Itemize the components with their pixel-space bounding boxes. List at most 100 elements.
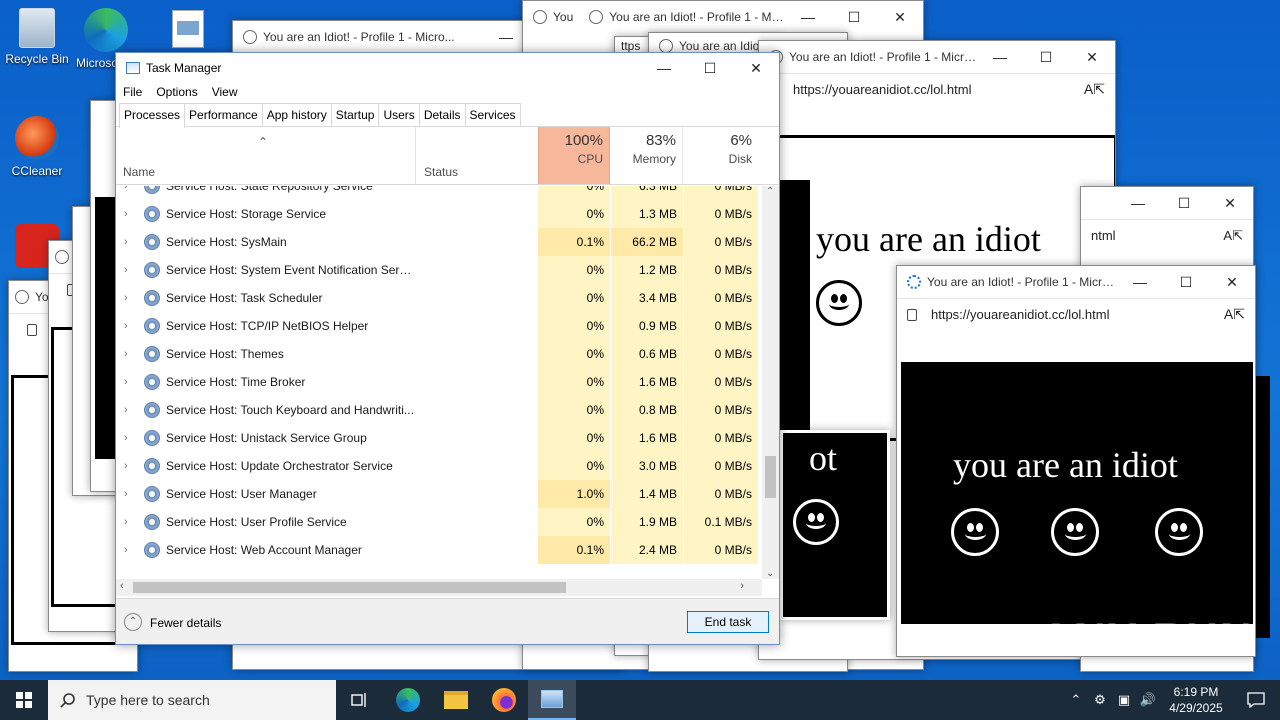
tab-details[interactable]: Details bbox=[418, 103, 466, 126]
close-button[interactable]: ✕ bbox=[733, 52, 779, 84]
taskbar-edge[interactable] bbox=[384, 680, 432, 720]
expand-chevron-icon[interactable]: › bbox=[124, 264, 128, 276]
vertical-scrollbar[interactable]: ⌃ ⌄ bbox=[762, 186, 779, 579]
process-name: Service Host: Update Orchestrator Servic… bbox=[166, 459, 393, 473]
scroll-down-icon[interactable]: ⌄ bbox=[766, 568, 774, 579]
process-disk: 0 MB/s bbox=[684, 312, 758, 340]
task-manager-window[interactable]: Task Manager — ☐ ✕ File Options View Proce… bbox=[115, 52, 780, 645]
tray-chevron-icon[interactable]: ⌃ bbox=[1064, 692, 1088, 708]
maximize-button[interactable]: ☐ bbox=[687, 52, 733, 84]
address-bar[interactable]: https://youareanidiot.cc/lol.html bbox=[931, 307, 1224, 322]
menu-view[interactable]: View bbox=[212, 85, 238, 101]
expand-chevron-icon[interactable]: › bbox=[124, 460, 128, 472]
expand-chevron-icon[interactable]: › bbox=[124, 186, 128, 192]
edge-icon bbox=[84, 8, 128, 52]
menu-file[interactable]: File bbox=[123, 85, 142, 101]
task-view-button[interactable] bbox=[336, 680, 384, 720]
scroll-right-icon[interactable]: › bbox=[740, 580, 744, 592]
process-cpu: 0% bbox=[538, 508, 610, 536]
tab-services[interactable]: Services bbox=[464, 103, 521, 126]
scroll-thumb[interactable] bbox=[765, 456, 776, 498]
process-row[interactable]: › Service Host: System Event Notification… bbox=[116, 256, 758, 284]
network-icon[interactable]: ▣ bbox=[1112, 692, 1136, 708]
minimize-button[interactable]: — bbox=[1117, 266, 1163, 298]
minimize-button[interactable]: — bbox=[785, 1, 831, 33]
column-disk[interactable]: 6% Disk bbox=[684, 127, 758, 184]
expand-chevron-icon[interactable]: › bbox=[124, 320, 128, 332]
tray-app-icon[interactable]: ⚙ bbox=[1088, 692, 1112, 708]
process-row[interactable]: › Service Host: State Repository Service 0… bbox=[116, 186, 758, 200]
process-memory: 66.2 MB bbox=[611, 228, 683, 256]
taskbar-firefox[interactable] bbox=[480, 680, 528, 720]
column-name[interactable]: Name bbox=[116, 127, 416, 184]
process-cpu: 0.1% bbox=[538, 536, 610, 564]
read-aloud-icon[interactable]: A⇱ bbox=[1084, 81, 1105, 98]
volume-icon[interactable]: 🔊 bbox=[1136, 692, 1160, 708]
process-row[interactable]: › Service Host: Unistack Service Group 0% 1… bbox=[116, 424, 758, 452]
maximize-button[interactable]: ☐ bbox=[1161, 187, 1207, 219]
browser-window-bg-9[interactable]: ot bbox=[780, 430, 890, 620]
horizontal-scrollbar[interactable]: ‹ › bbox=[116, 579, 762, 596]
notification-button[interactable] bbox=[1232, 680, 1280, 720]
menu-options[interactable]: Options bbox=[156, 85, 197, 101]
tab-startup[interactable]: Startup bbox=[330, 103, 380, 126]
close-button[interactable]: ✕ bbox=[1207, 187, 1253, 219]
close-button[interactable]: ✕ bbox=[1069, 41, 1115, 73]
tab-app-history[interactable]: App history bbox=[261, 103, 332, 126]
expand-chevron-icon[interactable]: › bbox=[124, 376, 128, 388]
process-row[interactable]: › Service Host: Time Broker 0% 1.6 MB 0 MB/s bbox=[116, 368, 758, 396]
fewer-details-link[interactable]: Fewer details bbox=[150, 616, 221, 630]
minimize-button[interactable]: — bbox=[1115, 187, 1161, 219]
file-icon[interactable] bbox=[172, 10, 204, 48]
maximize-button[interactable]: ☐ bbox=[1023, 41, 1069, 73]
address-bar[interactable]: https://youareanidiot.cc/lol.html bbox=[793, 82, 1084, 97]
start-button[interactable] bbox=[0, 680, 48, 720]
process-row[interactable]: › Service Host: User Profile Service 0% 1.9… bbox=[116, 508, 758, 536]
process-row[interactable]: › Service Host: Storage Service 0% 1.3 MB 0 … bbox=[116, 200, 758, 228]
close-button[interactable]: ✕ bbox=[1209, 266, 1255, 298]
tab-performance[interactable]: Performance bbox=[184, 103, 263, 126]
taskbar-task-manager[interactable] bbox=[528, 680, 576, 720]
minimize-button[interactable]: — bbox=[641, 52, 687, 84]
h-scroll-thumb[interactable] bbox=[133, 582, 566, 593]
process-row[interactable]: › Service Host: Task Scheduler 0% 3.4 MB 0 M… bbox=[116, 284, 758, 312]
tab-users[interactable]: Users bbox=[378, 103, 420, 126]
maximize-button[interactable]: ☐ bbox=[1163, 266, 1209, 298]
process-row[interactable]: › Service Host: TCP/IP NetBIOS Helper 0% 0.… bbox=[116, 312, 758, 340]
read-aloud-icon[interactable]: A⇱ bbox=[1224, 306, 1245, 323]
idiot-headline: you are an idiot bbox=[816, 219, 1041, 259]
scroll-left-icon[interactable]: ‹ bbox=[120, 580, 124, 592]
clock[interactable]: 6:19 PM 4/29/2025 bbox=[1160, 684, 1232, 716]
browser-window-front[interactable]: You are an Idiot! - Profile 1 - Micro...… bbox=[896, 265, 1256, 657]
column-status[interactable]: Status bbox=[417, 127, 538, 184]
fewer-details-icon[interactable]: ⌃ bbox=[124, 613, 142, 631]
scroll-up-icon[interactable]: ⌃ bbox=[766, 186, 774, 197]
column-cpu[interactable]: 100% CPU bbox=[538, 127, 610, 184]
expand-chevron-icon[interactable]: › bbox=[124, 488, 128, 500]
expand-chevron-icon[interactable]: › bbox=[124, 236, 128, 248]
process-row[interactable]: › Service Host: User Manager 1.0% 1.4 MB 0 M… bbox=[116, 480, 758, 508]
tab-processes[interactable]: Processes bbox=[119, 103, 186, 128]
minimize-button[interactable]: — bbox=[977, 41, 1023, 73]
process-row[interactable]: › Service Host: Web Account Manager 0.1% 2.… bbox=[116, 536, 758, 564]
desktop-icon-ccleaner[interactable]: CCleaner bbox=[0, 116, 74, 178]
close-button[interactable]: ✕ bbox=[877, 1, 923, 33]
expand-chevron-icon[interactable]: › bbox=[124, 348, 128, 360]
process-row[interactable]: › Service Host: Themes 0% 0.6 MB 0 MB/s bbox=[116, 340, 758, 368]
desktop-icon-recycle-bin[interactable]: Recycle Bin bbox=[0, 8, 74, 66]
expand-chevron-icon[interactable]: › bbox=[124, 544, 128, 556]
end-task-button[interactable]: End task bbox=[687, 611, 769, 633]
read-aloud-icon[interactable]: A⇱ bbox=[1223, 228, 1243, 244]
expand-chevron-icon[interactable]: › bbox=[124, 404, 128, 416]
maximize-button[interactable]: ☐ bbox=[831, 1, 877, 33]
expand-chevron-icon[interactable]: › bbox=[124, 432, 128, 444]
process-row[interactable]: › Service Host: Update Orchestrator Servi… bbox=[116, 452, 758, 480]
expand-chevron-icon[interactable]: › bbox=[124, 208, 128, 220]
taskbar-file-explorer[interactable] bbox=[432, 680, 480, 720]
column-memory[interactable]: 83% Memory bbox=[611, 127, 683, 184]
search-box[interactable]: Type here to search bbox=[48, 680, 336, 720]
process-row[interactable]: › Service Host: SysMain 0.1% 66.2 MB 0 MB/s bbox=[116, 228, 758, 256]
process-row[interactable]: › Service Host: Touch Keyboard and Handwr… bbox=[116, 396, 758, 424]
expand-chevron-icon[interactable]: › bbox=[124, 292, 128, 304]
expand-chevron-icon[interactable]: › bbox=[124, 516, 128, 528]
